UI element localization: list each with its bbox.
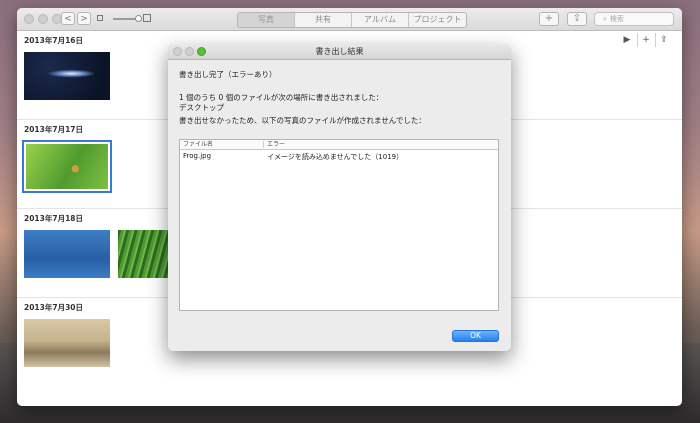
tab-shared[interactable]: 共有 [295, 13, 352, 27]
search-placeholder: 検索 [609, 15, 624, 23]
fog-photo [24, 319, 110, 367]
forward-button[interactable]: > [77, 12, 91, 25]
tab-projects[interactable]: プロジェクト [409, 13, 466, 27]
photo-thumbnail-selected[interactable] [22, 140, 112, 193]
row-filename: Frog.jpg [183, 152, 212, 160]
failed-files-table: ファイル名 エラー Frog.jpg イメージを読み込めませんでした（1019） [179, 139, 499, 311]
minimize-window-button[interactable] [38, 14, 48, 24]
tab-albums[interactable]: アルバム [352, 13, 409, 27]
back-button[interactable]: < [61, 12, 75, 25]
close-window-button[interactable] [24, 14, 34, 24]
water-photo [24, 230, 110, 278]
section-date: 2013年7月30日 [24, 303, 84, 312]
error-intro: 書き出せなかったため、以下の写真のファイルが作成されませんでした： [179, 116, 426, 125]
dialog-zoom-button[interactable] [197, 47, 206, 56]
view-tabs: 写真 共有 アルバム プロジェクト [237, 12, 467, 28]
share-button[interactable]: ⇪ [567, 12, 587, 26]
grass-photo [118, 230, 170, 278]
add-to-button[interactable]: + [637, 33, 654, 47]
search-icon: ⌕ [603, 15, 607, 23]
table-header: ファイル名 エラー [180, 140, 498, 150]
dialog-close-button[interactable] [173, 47, 182, 56]
photo-thumbnail[interactable] [24, 52, 110, 100]
section-date: 2013年7月16日 [24, 36, 84, 45]
large-thumbnail-icon [143, 14, 151, 22]
tab-photos[interactable]: 写真 [238, 13, 295, 27]
dialog-title: 書き出し結果 [315, 47, 364, 56]
add-button[interactable]: + [539, 12, 559, 26]
frog-photo [26, 144, 108, 189]
ok-button[interactable]: OK [452, 330, 499, 342]
photo-thumbnail[interactable] [24, 230, 110, 278]
galaxy-photo [24, 52, 110, 100]
section-date: 2013年7月17日 [24, 125, 84, 134]
export-results-dialog: 書き出し結果 書き出し完了（エラーあり） 1 個のうち 0 個のファイルが次の場… [168, 44, 511, 351]
search-field[interactable]: ⌕ 検索 [594, 12, 674, 26]
toolbar: < > 写真 共有 アルバム プロジェクト + ⇪ ⌕ 検索 [17, 8, 682, 31]
column-divider [263, 141, 264, 148]
dialog-heading: 書き出し完了（エラーあり） [179, 70, 277, 79]
dialog-titlebar: 書き出し結果 [168, 44, 511, 60]
export-location: デスクトップ [179, 103, 224, 112]
column-header-filename[interactable]: ファイル名 [183, 140, 213, 149]
share-moment-button[interactable]: ⇪ [655, 33, 672, 47]
photo-thumbnail[interactable] [24, 319, 110, 367]
dialog-minimize-button[interactable] [185, 47, 194, 56]
zoom-slider-knob[interactable] [135, 15, 142, 22]
play-slideshow-button[interactable]: ▶ [619, 33, 635, 47]
photo-thumbnail[interactable] [118, 230, 170, 278]
row-error: イメージを読み込めませんでした（1019） [267, 153, 404, 161]
column-header-error[interactable]: エラー [267, 140, 285, 149]
section-date: 2013年7月18日 [24, 214, 84, 223]
small-thumbnail-icon [97, 15, 103, 21]
